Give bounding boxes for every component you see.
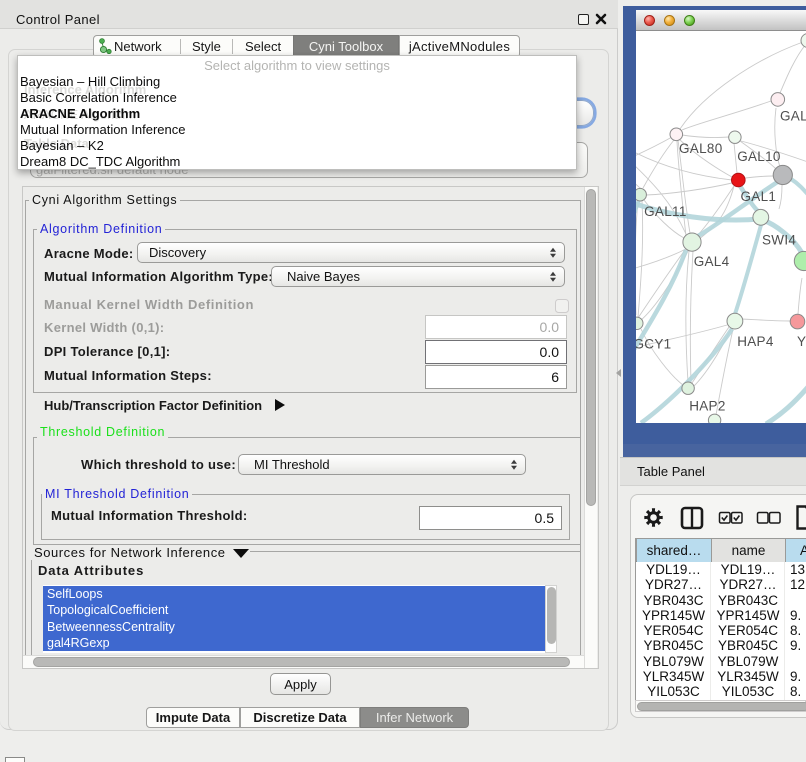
svg-text:GCY1: GCY1 <box>636 337 671 352</box>
svg-text:GAL1: GAL1 <box>741 189 777 204</box>
svg-text:SWI4: SWI4 <box>762 232 796 247</box>
svg-text:HAP4: HAP4 <box>737 334 774 349</box>
svg-text:GAL80: GAL80 <box>679 141 723 156</box>
svg-text:GAL11: GAL11 <box>644 204 687 219</box>
svg-text:Y: Y <box>797 334 806 349</box>
svg-text:GAL10: GAL10 <box>737 149 781 164</box>
svg-text:GAL2: GAL2 <box>780 109 806 124</box>
svg-text:HAP2: HAP2 <box>689 399 725 414</box>
svg-text:GAL4: GAL4 <box>694 254 730 269</box>
